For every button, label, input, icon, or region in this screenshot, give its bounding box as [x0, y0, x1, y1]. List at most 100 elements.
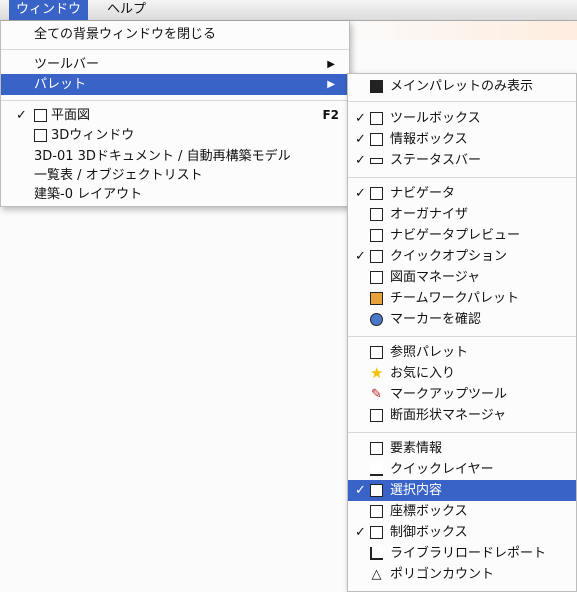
quick-options-item[interactable]: ✓ クイックオプション	[348, 246, 576, 267]
reference-palette-item[interactable]: 参照パレット	[348, 342, 576, 363]
menu-help[interactable]: ヘルプ	[100, 0, 153, 20]
status-bar-item[interactable]: ✓ ステータスバー	[348, 150, 576, 171]
menu-item-label: 平面図	[51, 108, 91, 123]
navigator-item[interactable]: ✓ ナビゲータ	[348, 183, 576, 204]
menu-item-label: パレット	[34, 77, 87, 92]
toolbox-icon	[370, 112, 383, 125]
menu-item-label: クイックオプション	[390, 249, 508, 264]
menu-item-label: ツールバー	[34, 57, 100, 72]
3d-window-item[interactable]: 3Dウィンドウ	[1, 125, 349, 146]
polygon-icon: △	[371, 567, 382, 582]
menu-item-label: 一覧表 / オブジェクトリスト	[34, 168, 203, 183]
menu-item-label: 要素情報	[390, 441, 443, 456]
quick-layer-item[interactable]: クイックレイヤー	[348, 459, 576, 480]
pencil-icon: ✎	[371, 387, 382, 402]
coordinate-box-item[interactable]: 座標ボックス	[348, 501, 576, 522]
menu-item-label: ライブラリロードレポート	[390, 546, 547, 561]
status-bar-icon	[370, 158, 383, 164]
star-icon: ★	[370, 364, 384, 382]
3d-document-item[interactable]: 3D-01 3Dドキュメント / 自動再構築モデル	[1, 146, 349, 167]
menu-item-label: 選択内容	[390, 483, 443, 498]
quick-options-icon	[370, 250, 383, 263]
menu-item-label: 情報ボックス	[390, 132, 468, 147]
drawing-manager-icon	[370, 271, 383, 284]
menu-window[interactable]: ウィンドウ	[9, 0, 89, 20]
teamwork-palette-item[interactable]: チームワークパレット	[348, 288, 576, 309]
menu-item-label: マークアップツール	[390, 387, 508, 402]
polygon-count-item[interactable]: △ ポリゴンカウント	[348, 564, 576, 585]
submenu-arrow-icon: ▶	[327, 59, 335, 70]
menu-item-label: 参照パレット	[390, 345, 469, 360]
check-markers-item[interactable]: マーカーを確認	[348, 309, 576, 330]
layout-item[interactable]: 建築-0 レイアウト	[1, 184, 349, 205]
menu-item-label: 建築-0 レイアウト	[34, 187, 143, 202]
library-load-report-item[interactable]: ライブラリロードレポート	[348, 543, 576, 564]
organizer-item[interactable]: オーガナイザ	[348, 204, 576, 225]
favorites-item[interactable]: ★ お気に入り	[348, 363, 576, 384]
menu-item-label: クイックレイヤー	[390, 462, 494, 477]
separator	[348, 177, 576, 178]
info-box-item[interactable]: ✓ 情報ボックス	[348, 129, 576, 150]
palette-submenu: メインパレットのみ表示 ✓ ツールボックス ✓ 情報ボックス ✓ ステータスバー…	[347, 73, 577, 592]
info-icon	[370, 133, 383, 146]
menu-item-label: 図面マネージャ	[390, 270, 481, 285]
checkmark-icon: ✓	[355, 111, 366, 126]
menu-item-label: 3D-01 3Dドキュメント / 自動再構築モデル	[34, 149, 291, 164]
separator	[348, 101, 576, 102]
menu-item-label: チームワークパレット	[390, 291, 519, 306]
menu-item-label: お気に入り	[390, 366, 456, 381]
coordinate-icon	[370, 505, 383, 518]
palette-item[interactable]: パレット ▶	[1, 74, 349, 95]
menu-item-label: ステータスバー	[390, 153, 482, 168]
markup-tool-item[interactable]: ✎ マークアップツール	[348, 384, 576, 405]
close-all-background-windows-item[interactable]: 全ての背景ウィンドウを閉じる	[1, 24, 349, 45]
menu-item-label: ポリゴンカウント	[390, 567, 495, 582]
control-box-icon	[370, 526, 383, 539]
toolbox-item[interactable]: ✓ ツールボックス	[348, 108, 576, 129]
main-palette-only-item[interactable]: メインパレットのみ表示	[348, 76, 576, 97]
checkmark-icon: ✓	[355, 186, 366, 201]
menu-item-label: メインパレットのみ表示	[390, 79, 534, 94]
menu-item-label: オーガナイザ	[390, 207, 469, 222]
element-info-item[interactable]: 要素情報	[348, 438, 576, 459]
floor-plan-item[interactable]: ✓ 平面図 F2	[1, 105, 349, 126]
checkmark-icon: ✓	[355, 249, 366, 264]
flag-icon	[370, 80, 383, 93]
window-menu: 全ての背景ウィンドウを閉じる ツールバー ▶ パレット ▶ ✓ 平面図 F2 3…	[0, 21, 350, 207]
checkmark-icon: ✓	[16, 108, 27, 123]
toolbar-item[interactable]: ツールバー ▶	[1, 54, 349, 75]
floor-plan-icon	[34, 109, 47, 122]
checkmark-icon: ✓	[355, 525, 366, 540]
menu-item-label: ツールボックス	[390, 111, 481, 126]
selection-icon	[370, 484, 383, 497]
menu-item-label: 全ての背景ウィンドウを閉じる	[34, 27, 217, 42]
layers-icon	[370, 463, 383, 476]
checkmark-icon: ✓	[355, 153, 366, 168]
separator	[348, 336, 576, 337]
menu-item-label: 断面形状マネージャ	[390, 408, 507, 423]
separator	[348, 432, 576, 433]
selection-item[interactable]: ✓ 選択内容	[348, 480, 576, 501]
object-list-item[interactable]: 一覧表 / オブジェクトリスト	[1, 165, 349, 186]
checkmark-icon: ✓	[355, 483, 366, 498]
menu-item-label: ナビゲータ	[390, 186, 456, 201]
navigator-preview-item[interactable]: ナビゲータプレビュー	[348, 225, 576, 246]
drawing-manager-item[interactable]: 図面マネージャ	[348, 267, 576, 288]
control-box-item[interactable]: ✓ 制御ボックス	[348, 522, 576, 543]
organizer-icon	[370, 208, 383, 221]
library-report-icon	[370, 547, 383, 560]
reference-icon	[370, 346, 383, 359]
submenu-arrow-icon: ▶	[327, 79, 335, 90]
menu-item-label: 3Dウィンドウ	[51, 128, 135, 143]
teamwork-icon	[370, 292, 383, 305]
shortcut-label: F2	[322, 108, 339, 122]
cube-3d-icon	[34, 129, 47, 142]
preview-icon	[370, 229, 383, 242]
menu-item-label: 座標ボックス	[390, 504, 468, 519]
profile-manager-item[interactable]: 断面形状マネージャ	[348, 405, 576, 426]
menu-item-label: ナビゲータプレビュー	[390, 228, 521, 243]
menu-bar: ウィンドウ ヘルプ	[0, 0, 577, 21]
marker-icon	[370, 313, 383, 326]
menu-item-label: マーカーを確認	[390, 312, 482, 327]
element-info-icon	[370, 442, 383, 455]
